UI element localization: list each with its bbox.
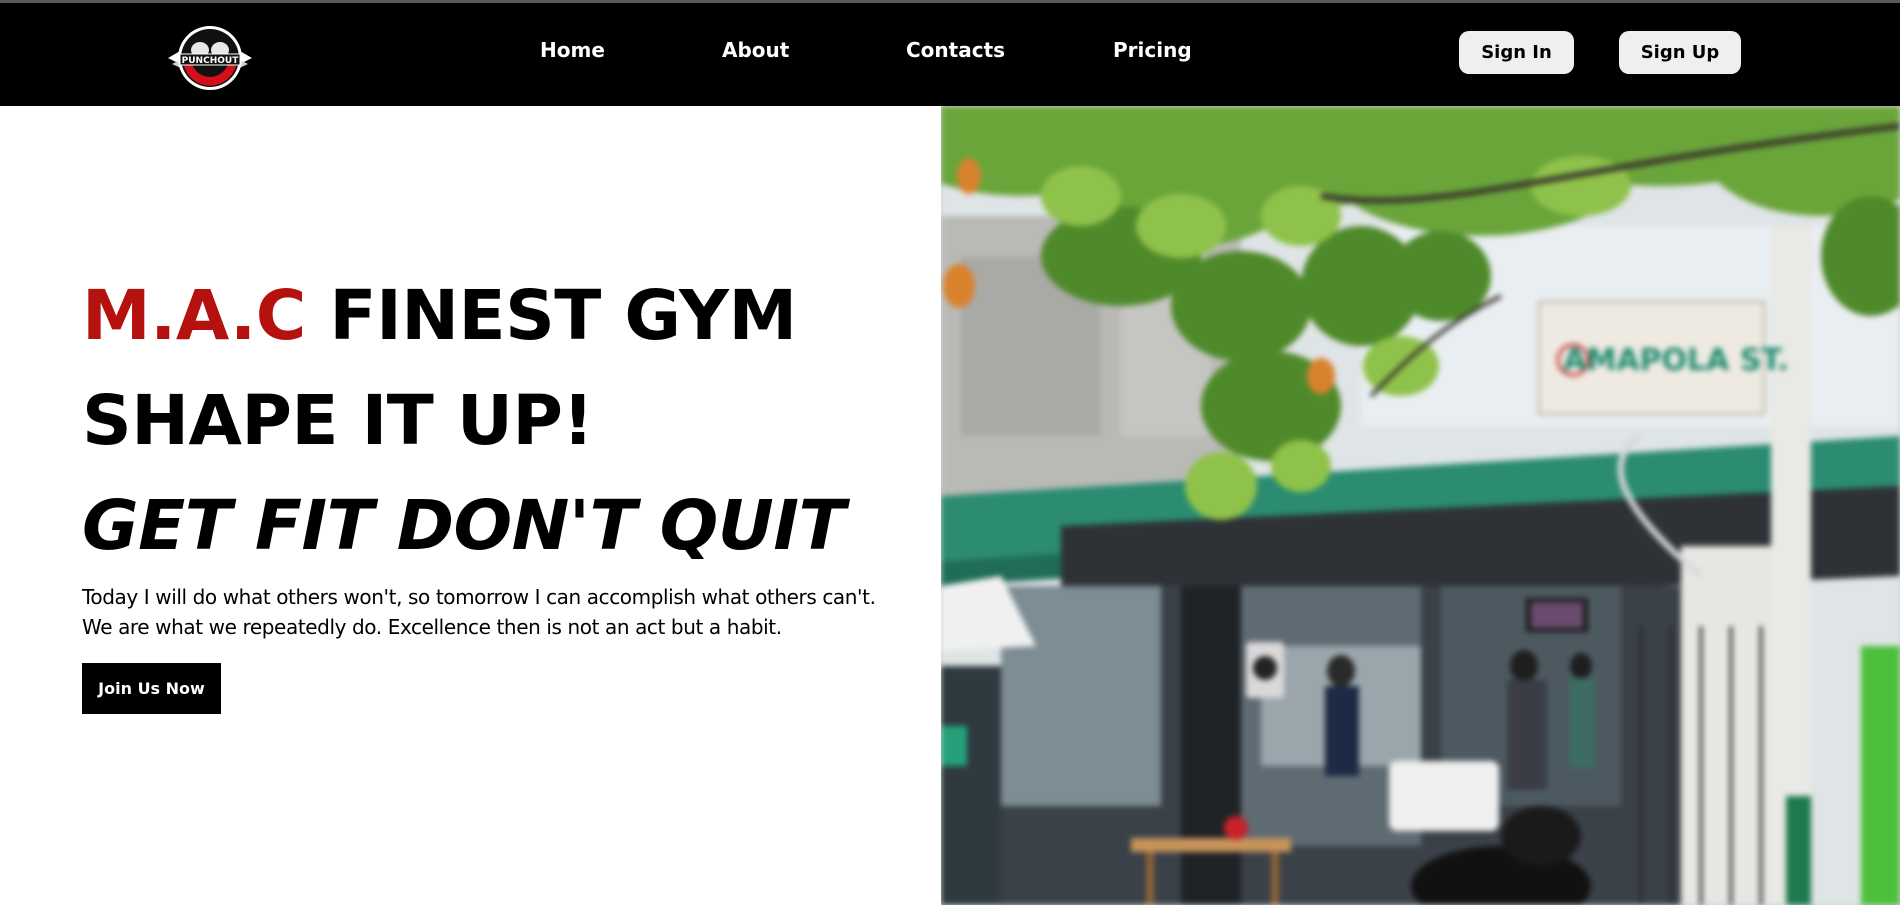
headline-rest: FINEST GYM xyxy=(305,276,797,356)
headline-brand: M.A.C xyxy=(82,276,306,356)
gym-storefront-photo: AMAPOLA ST. xyxy=(941,106,1900,905)
hero-section: M.A.C FINEST GYM SHAPE IT UP! GET FIT DO… xyxy=(0,106,941,905)
join-us-now-button[interactable]: Join Us Now xyxy=(82,663,221,714)
nav-contacts-link[interactable]: Contacts xyxy=(906,38,1005,62)
nav-pricing-link[interactable]: Pricing xyxy=(1113,38,1192,62)
street-sign-text: AMAPOLA ST. xyxy=(1563,343,1788,378)
sign-up-button[interactable]: Sign Up xyxy=(1619,31,1741,74)
hero-headline-line1: M.A.C FINEST GYM xyxy=(82,276,797,356)
logo-text: PUNCHOUT xyxy=(182,56,240,66)
hero-headline-line2: SHAPE IT UP! xyxy=(82,381,594,461)
tagline-line2: We are what we repeatedly do. Excellence… xyxy=(82,615,782,639)
tagline-line1: Today I will do what others won't, so to… xyxy=(82,585,876,609)
nav-about-link[interactable]: About xyxy=(722,38,789,62)
hero-headline-line3: GET FIT DON'T QUIT xyxy=(82,486,846,566)
sign-in-button[interactable]: Sign In xyxy=(1459,31,1574,74)
nav-home-link[interactable]: Home xyxy=(540,38,605,62)
hero-tagline: Today I will do what others won't, so to… xyxy=(82,582,932,642)
top-navbar: PUNCHOUT Home About Contacts Pricing Sig… xyxy=(0,0,1900,106)
punch-out-logo-icon[interactable]: PUNCHOUT xyxy=(162,20,258,96)
